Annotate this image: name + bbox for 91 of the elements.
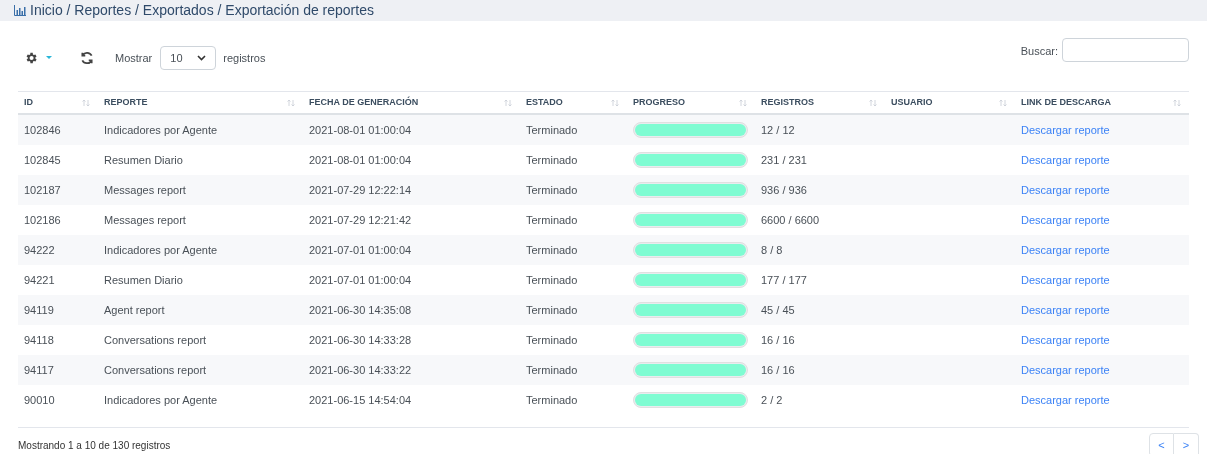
column-header[interactable]: REPORTE — [104, 95, 148, 110]
table-cell: 16 / 16 — [761, 333, 795, 346]
sort-icon[interactable] — [739, 98, 747, 107]
table-cell: 8 / 8 — [761, 243, 783, 256]
table-cell: Agent report — [104, 303, 165, 316]
table-cell: Terminado — [526, 273, 578, 286]
table-cell: 12 / 12 — [761, 123, 795, 136]
table-cell: Indicadores por Agente — [104, 243, 218, 256]
table-cell: Terminado — [526, 393, 578, 406]
chevron-down-icon — [197, 55, 207, 61]
download-link[interactable]: Descargar reporte — [1021, 333, 1110, 346]
table-cell: 94118 — [24, 333, 54, 346]
download-link[interactable]: Descargar reporte — [1021, 393, 1110, 406]
table-cell: 2021-06-15 14:54:04 — [309, 393, 412, 406]
column-header[interactable]: ESTADO — [526, 95, 563, 110]
table-cell: Terminado — [526, 363, 578, 376]
previous-page-button[interactable]: < — [1149, 433, 1174, 454]
next-page-button[interactable]: > — [1174, 433, 1199, 454]
column-header[interactable]: ID — [24, 95, 33, 110]
table-cell: Terminado — [526, 213, 578, 226]
table-cell: 6600 / 6600 — [761, 213, 820, 226]
table-cell: 936 / 936 — [761, 183, 807, 196]
table-cell: 45 / 45 — [761, 303, 795, 316]
table-cell: 102186 — [24, 213, 61, 226]
table-cell: 2021-06-30 14:33:28 — [309, 333, 412, 346]
table-cell: Terminado — [526, 123, 578, 136]
table-cell: Messages report — [104, 183, 186, 196]
show-label: Mostrar — [115, 50, 153, 66]
table-cell: 2021-07-01 01:00:04 — [309, 273, 412, 286]
column-header[interactable]: USUARIO — [891, 95, 933, 110]
table-cell: Resumen Diario — [104, 153, 183, 166]
table-cell: 2021-07-29 12:21:42 — [309, 213, 412, 226]
download-link[interactable]: Descargar reporte — [1021, 303, 1110, 316]
sort-icon[interactable] — [82, 98, 90, 107]
table-cell: Terminado — [526, 303, 578, 316]
download-link[interactable]: Descargar reporte — [1021, 273, 1110, 286]
download-link[interactable]: Descargar reporte — [1021, 183, 1110, 196]
gear-icon — [24, 51, 38, 65]
table-cell: 177 / 177 — [761, 273, 807, 286]
table-cell: 94222 — [24, 243, 55, 256]
table-cell: 94221 — [24, 273, 55, 286]
table-cell: 2 / 2 — [761, 393, 783, 406]
sort-icon[interactable] — [611, 98, 619, 107]
table-cell: Terminado — [526, 243, 578, 256]
sort-icon[interactable] — [504, 98, 512, 107]
table-cell: 2021-07-29 12:22:14 — [309, 183, 412, 196]
table-cell: 2021-06-30 14:33:22 — [309, 363, 412, 376]
table-cell: 90010 — [24, 393, 55, 406]
table-cell: 2021-08-01 01:00:04 — [309, 153, 412, 166]
column-header[interactable]: LINK DE DESCARGA — [1021, 95, 1111, 110]
pagination-info: Mostrando 1 a 10 de 130 registros — [18, 438, 171, 453]
table-cell: Messages report — [104, 213, 186, 226]
download-link[interactable]: Descargar reporte — [1021, 213, 1110, 226]
column-header[interactable]: PROGRESO — [633, 95, 685, 110]
sort-icon[interactable] — [999, 98, 1007, 107]
caret-icon — [46, 56, 52, 60]
table-cell: Terminado — [526, 153, 578, 166]
settings-dropdown[interactable] — [24, 51, 52, 65]
table-cell: 2021-08-01 01:00:04 — [309, 123, 412, 136]
table-cell: 102845 — [24, 153, 61, 166]
table-cell: Terminado — [526, 183, 578, 196]
table-cell: Indicadores por Agente — [104, 393, 218, 406]
table-cell: Indicadores por Agente — [104, 123, 218, 136]
breadcrumb: Inicio / Reportes / Exportados / Exportación de reportes — [30, 1, 374, 20]
table-cell: 231 / 231 — [761, 153, 807, 166]
search-label: Buscar: — [1020, 44, 1058, 59]
table-cell: Conversations report — [104, 333, 207, 346]
table-cell: 16 / 16 — [761, 363, 795, 376]
download-link[interactable]: Descargar reporte — [1021, 123, 1110, 136]
sort-icon[interactable] — [869, 98, 877, 107]
column-header[interactable]: FECHA DE GENERACIÓN — [309, 95, 419, 110]
table-cell: Conversations report — [104, 363, 207, 376]
search-field[interactable] — [1062, 38, 1189, 62]
records-label: registros — [223, 50, 266, 66]
table-cell: 94117 — [24, 363, 54, 376]
table-cell: 102187 — [24, 183, 61, 196]
table-cell: Terminado — [526, 333, 578, 346]
sort-icon[interactable] — [287, 98, 295, 107]
download-link[interactable]: Descargar reporte — [1021, 363, 1110, 376]
refresh-icon[interactable] — [80, 51, 94, 65]
sort-icon[interactable] — [1173, 98, 1181, 107]
page-size-select[interactable]: 10 — [160, 46, 217, 70]
bar-chart-icon — [14, 5, 26, 16]
table-cell: Resumen Diario — [104, 273, 183, 286]
table-cell: 94119 — [24, 303, 54, 316]
table-cell: 102846 — [24, 123, 61, 136]
column-header[interactable]: REGISTROS — [761, 95, 814, 110]
download-link[interactable]: Descargar reporte — [1021, 243, 1110, 256]
download-link[interactable]: Descargar reporte — [1021, 153, 1110, 166]
table-cell: 2021-06-30 14:35:08 — [309, 303, 412, 316]
table-cell: 2021-07-01 01:00:04 — [309, 243, 412, 256]
